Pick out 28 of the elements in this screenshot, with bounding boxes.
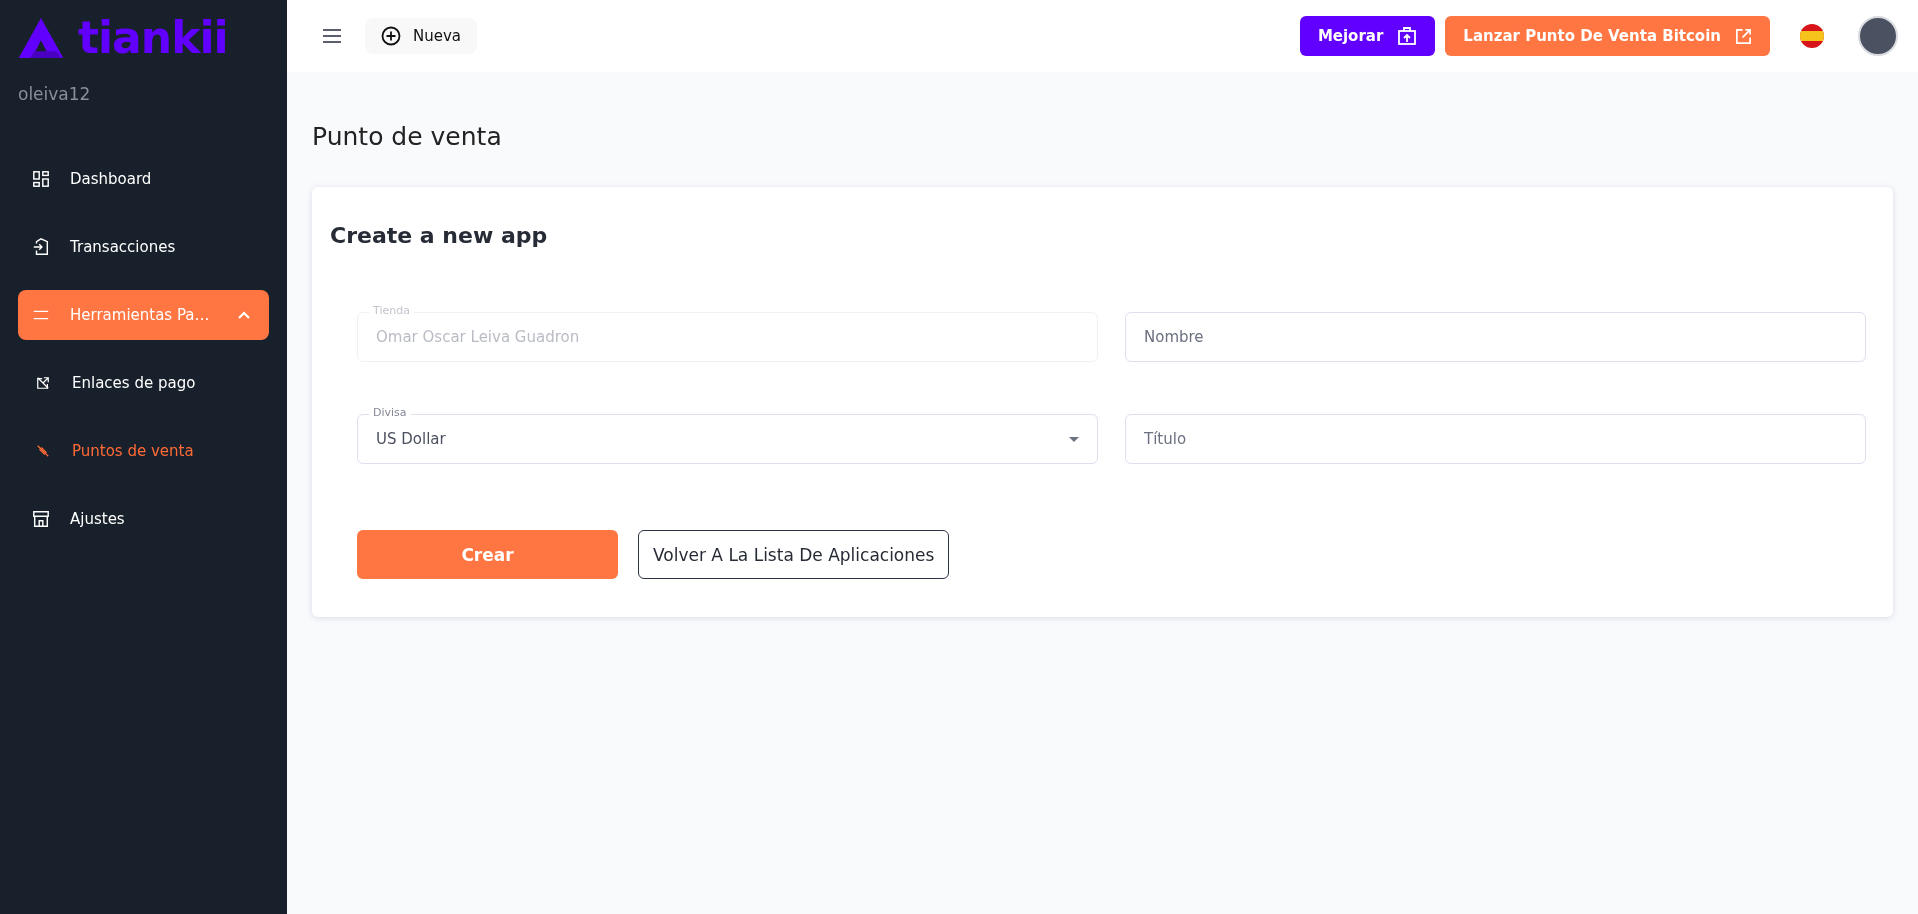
upgrade-button[interactable]: Mejorar <box>1299 16 1436 56</box>
page-title: Punto de venta <box>312 122 503 151</box>
sidebar-subitem[interactable]: Enlaces de pago <box>18 358 269 408</box>
input-field[interactable]: Título <box>1125 414 1866 464</box>
new-button[interactable]: Nueva <box>365 18 478 54</box>
sidebar-subitem[interactable]: Puntos de venta <box>18 426 269 476</box>
sidebar-item[interactable]: Dashboard <box>18 154 269 204</box>
dropdown-caret-icon <box>1069 436 1079 442</box>
chevron-icon <box>237 310 251 320</box>
store-icon <box>32 510 50 528</box>
plus-circle-icon <box>381 26 401 46</box>
back-button[interactable]: Volver A La Lista De Aplicaciones <box>638 530 950 579</box>
external-link-icon <box>1735 27 1752 45</box>
sidebar-item[interactable]: Transacciones <box>18 222 269 272</box>
field-label: Tienda <box>369 304 414 317</box>
input-field[interactable]: Nombre <box>1125 312 1866 362</box>
card-title: Create a new app <box>330 223 549 248</box>
briefcase-icon <box>1397 26 1418 46</box>
dashboard-icon <box>32 170 50 188</box>
sidebar-item[interactable]: Ajustes <box>18 494 269 544</box>
username: oleiva12 <box>18 84 92 104</box>
avatar[interactable] <box>1858 16 1898 56</box>
logo-icon <box>18 18 64 58</box>
login-icon <box>32 238 50 256</box>
field-label: Divisa <box>369 406 411 419</box>
menu-icon[interactable] <box>323 29 341 43</box>
flag-icon[interactable] <box>1800 24 1824 48</box>
logo-text: tiankii <box>78 16 228 60</box>
